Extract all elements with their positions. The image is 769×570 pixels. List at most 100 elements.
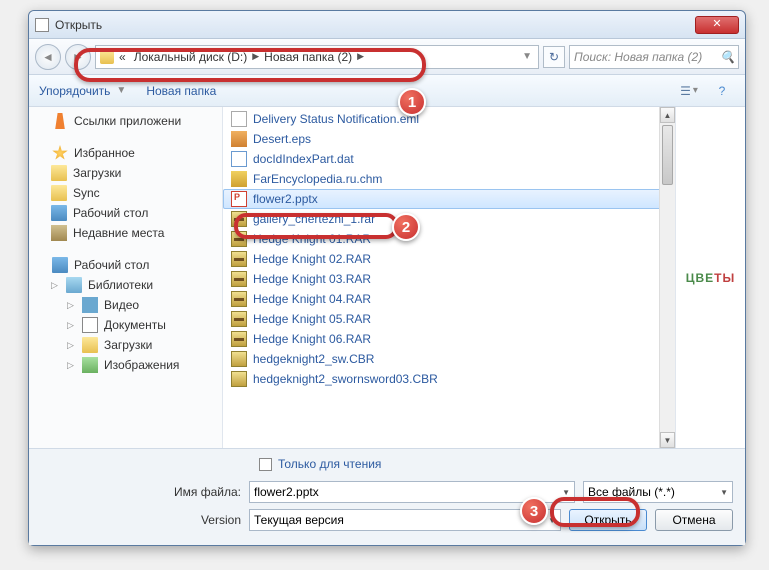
sidebar-downloads-2[interactable]: ▷Загрузки	[29, 335, 222, 355]
chevron-down-icon[interactable]: ▼	[520, 51, 534, 62]
dat-icon	[231, 151, 247, 167]
breadcrumb-prefix: «	[116, 50, 129, 64]
folder-icon	[51, 185, 67, 201]
file-name: Hedge Knight 03.RAR	[253, 272, 371, 286]
file-row[interactable]: Desert.eps	[223, 129, 675, 149]
file-list[interactable]: Delivery Status Notification.eml Desert.e…	[223, 107, 675, 448]
rar-icon	[231, 331, 247, 347]
file-name: docIdIndexPart.dat	[253, 152, 354, 166]
sidebar-libraries[interactable]: ▷Библиотеки	[29, 275, 222, 295]
file-name: hedgeknight2_swornsword03.CBR	[253, 372, 438, 386]
file-row[interactable]: Hedge Knight 01.RAR	[223, 229, 675, 249]
file-row[interactable]: hedgeknight2_swornsword03.CBR	[223, 369, 675, 389]
refresh-button[interactable]: ↻	[543, 46, 565, 68]
rar-icon	[231, 271, 247, 287]
toolbar: Упорядочить ▼ Новая папка ☰ ▾ ?	[29, 75, 745, 107]
sidebar-downloads[interactable]: Загрузки	[29, 163, 222, 183]
eps-icon	[231, 131, 247, 147]
chevron-right-icon[interactable]: ▶	[252, 51, 259, 62]
desktop-icon	[52, 257, 68, 273]
star-icon	[52, 145, 68, 161]
new-folder-button[interactable]: Новая папка	[146, 84, 216, 98]
view-options-button[interactable]: ☰ ▾	[677, 80, 703, 102]
sidebar-apps[interactable]: Ссылки приложени	[29, 111, 222, 131]
sidebar-desktop[interactable]: Рабочий стол	[29, 203, 222, 223]
chevron-down-icon[interactable]: ▼	[562, 488, 570, 497]
filter-combo[interactable]: Все файлы (*.*)▼	[583, 481, 733, 503]
rar-icon	[231, 251, 247, 267]
file-name: Hedge Knight 04.RAR	[253, 292, 371, 306]
file-name: Hedge Knight 02.RAR	[253, 252, 371, 266]
file-row[interactable]: docIdIndexPart.dat	[223, 149, 675, 169]
file-name: gallery_chertezhi_1.rar	[253, 212, 375, 226]
library-icon	[66, 277, 82, 293]
chm-icon	[231, 171, 247, 187]
chevron-right-icon[interactable]: ▶	[357, 51, 364, 62]
sidebar-video[interactable]: ▷Видео	[29, 295, 222, 315]
preview-pane: ЦВЕТЫ	[675, 107, 745, 448]
help-button[interactable]: ?	[709, 80, 735, 102]
window-title: Открыть	[55, 18, 695, 32]
file-row[interactable]: Hedge Knight 03.RAR	[223, 269, 675, 289]
search-input[interactable]: Поиск: Новая папка (2) 🔍	[569, 45, 739, 69]
file-row[interactable]: Hedge Knight 02.RAR	[223, 249, 675, 269]
search-placeholder: Поиск: Новая папка (2)	[574, 50, 702, 64]
file-row[interactable]: Hedge Knight 06.RAR	[223, 329, 675, 349]
search-icon: 🔍	[720, 50, 734, 64]
sidebar-sync[interactable]: Sync	[29, 183, 222, 203]
file-name: Hedge Knight 01.RAR	[253, 232, 371, 246]
file-row[interactable]: Hedge Knight 05.RAR	[223, 309, 675, 329]
desktop-icon	[51, 205, 67, 221]
file-row[interactable]: Hedge Knight 04.RAR	[223, 289, 675, 309]
readonly-checkbox[interactable]	[259, 458, 272, 471]
file-name: Delivery Status Notification.eml	[253, 112, 419, 126]
scroll-down-button[interactable]: ▼	[660, 432, 675, 448]
file-name: Hedge Knight 06.RAR	[253, 332, 371, 346]
version-label: Version	[41, 513, 241, 527]
file-name: Desert.eps	[253, 132, 311, 146]
document-icon	[82, 317, 98, 333]
file-row[interactable]: FarEncyclopedia.ru.chm	[223, 169, 675, 189]
recent-icon	[51, 225, 67, 241]
sidebar-images[interactable]: ▷Изображения	[29, 355, 222, 375]
open-button[interactable]: Открыть	[569, 509, 647, 531]
folder-icon	[51, 165, 67, 181]
vlc-icon	[52, 113, 68, 129]
sidebar-favorites[interactable]: Избранное	[29, 143, 222, 163]
file-name: Hedge Knight 05.RAR	[253, 312, 371, 326]
content-area: Ссылки приложени Избранное Загрузки Sync…	[29, 107, 745, 448]
image-icon	[82, 357, 98, 373]
file-row[interactable]: Delivery Status Notification.eml	[223, 109, 675, 129]
sidebar-desktop-2[interactable]: Рабочий стол	[29, 255, 222, 275]
cbr-icon	[231, 371, 247, 387]
sidebar-recent[interactable]: Недавние места	[29, 223, 222, 243]
close-button[interactable]: ✕	[695, 16, 739, 34]
chevron-down-icon: ▼	[114, 85, 128, 96]
back-button[interactable]: ◄	[35, 44, 61, 70]
cancel-button[interactable]: Отмена	[655, 509, 733, 531]
file-row[interactable]: flower2.pptx	[223, 189, 675, 209]
file-row[interactable]: gallery_chertezhi_1.rar	[223, 209, 675, 229]
scrollbar[interactable]: ▲ ▼	[659, 107, 675, 448]
breadcrumb-seg-2[interactable]: Новая папка (2)	[261, 50, 355, 64]
breadcrumb-seg-1[interactable]: Локальный диск (D:)	[131, 50, 251, 64]
forward-button[interactable]: ►	[65, 44, 91, 70]
bottom-panel: Только для чтения Имя файла: flower2.ppt…	[29, 448, 745, 545]
folder-icon	[82, 337, 98, 353]
breadcrumb[interactable]: « Локальный диск (D:) ▶ Новая папка (2) …	[95, 45, 539, 69]
sidebar-documents[interactable]: ▷Документы	[29, 315, 222, 335]
rar-icon	[231, 211, 247, 227]
version-combo[interactable]: Текущая версия▼	[249, 509, 561, 531]
scroll-thumb[interactable]	[662, 125, 673, 185]
document-icon	[35, 18, 49, 32]
filename-input[interactable]: flower2.pptx▼	[249, 481, 575, 503]
titlebar[interactable]: Открыть ✕	[29, 11, 745, 39]
chevron-down-icon: ▼	[720, 488, 728, 497]
navigation-bar: ◄ ► « Локальный диск (D:) ▶ Новая папка …	[29, 39, 745, 75]
readonly-label: Только для чтения	[278, 457, 381, 471]
file-row[interactable]: hedgeknight2_sw.CBR	[223, 349, 675, 369]
cbr-icon	[231, 351, 247, 367]
scroll-up-button[interactable]: ▲	[660, 107, 675, 123]
organize-button[interactable]: Упорядочить ▼	[39, 84, 128, 98]
rar-icon	[231, 231, 247, 247]
